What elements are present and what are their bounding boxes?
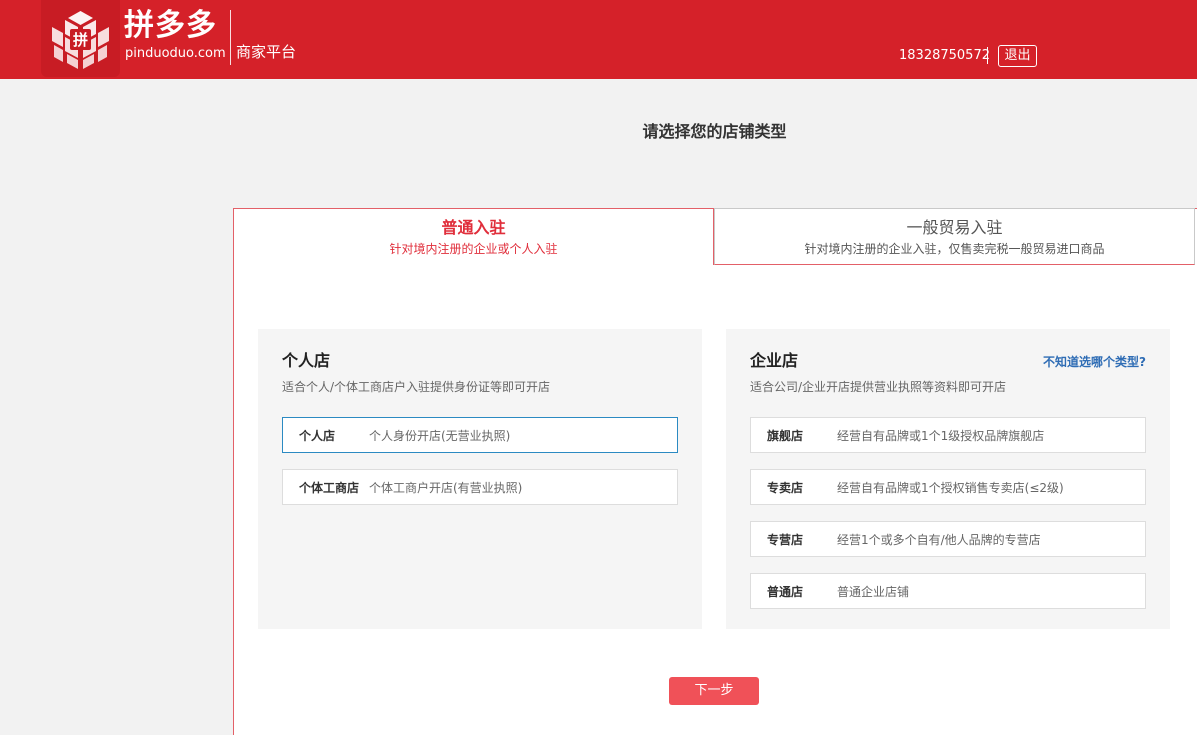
option-name: 专卖店 [767,481,804,495]
tab-title: 普通入驻 [441,218,506,237]
option-description: 个体工商户开店(有营业执照) [369,481,523,495]
page-title: 请选择您的店铺类型 [642,122,787,141]
enterprise-store-card: 企业店 不知道选哪个类型? 适合公司/企业开店提供营业执照等资料即可开店 旗舰店… [726,329,1170,629]
next-step-button[interactable]: 下一步 [669,677,759,705]
option-regular-store[interactable]: 普通店 普通企业店铺 [750,573,1146,609]
header-divider [987,47,988,64]
user-phone: 18328750572 [899,48,990,63]
option-name: 专营店 [767,533,804,547]
option-description: 经营自有品牌或1个1级授权品牌旗舰店 [837,429,1045,443]
personal-store-card: 个人店 适合个人/个体工商店户入驻提供身份证等即可开店 个人店 个人身份开店(无… [258,329,702,629]
brand-divider [230,10,231,65]
svg-text:拼: 拼 [73,31,88,49]
top-header: 拼 拼多多 pinduoduo.com 商家平台 18328750572 退出 [0,0,1197,79]
card-description: 适合个人/个体工商店户入驻提供身份证等即可开店 [282,380,551,394]
option-personal-store[interactable]: 个人店 个人身份开店(无营业执照) [282,417,678,453]
tab-general-trade-entry[interactable]: 一般贸易入驻 针对境内注册的企业入驻，仅售卖完税一般贸易进口商品 [714,208,1195,265]
option-name: 个人店 [299,429,336,443]
tab-title: 一般贸易入驻 [906,218,1003,237]
brand-name-cn: 拼多多 [124,8,217,43]
pinduoduo-logo[interactable]: 拼 [41,0,120,77]
help-link[interactable]: 不知道选哪个类型? [1043,354,1146,370]
option-name: 旗舰店 [767,429,804,443]
logout-button[interactable]: 退出 [998,45,1037,67]
brand-domain: pinduoduo.com [125,46,226,61]
option-specialty-store[interactable]: 专营店 经营1个或多个自有/他人品牌的专营店 [750,521,1146,557]
option-description: 经营1个或多个自有/他人品牌的专营店 [837,533,1041,547]
option-description: 普通企业店铺 [837,585,910,599]
tab-subtitle: 针对境内注册的企业入驻，仅售卖完税一般贸易进口商品 [804,242,1105,256]
card-title: 企业店 [750,351,799,370]
card-description: 适合公司/企业开店提供营业执照等资料即可开店 [750,380,1007,394]
logo-icon: 拼 [52,11,109,69]
card-title: 个人店 [282,351,331,370]
option-description: 个人身份开店(无营业执照) [369,429,511,443]
tab-regular-entry[interactable]: 普通入驻 针对境内注册的企业或个人入驻 [233,208,714,265]
platform-label: 商家平台 [236,43,297,61]
option-description: 经营自有品牌或1个授权销售专卖店(≤2级) [837,481,1064,495]
option-name: 普通店 [767,585,804,599]
option-name: 个体工商店 [299,481,360,495]
option-exclusive-store[interactable]: 专卖店 经营自有品牌或1个授权销售专卖店(≤2级) [750,469,1146,505]
tab-subtitle: 针对境内注册的企业或个人入驻 [389,242,558,256]
option-flagship-store[interactable]: 旗舰店 经营自有品牌或1个1级授权品牌旗舰店 [750,417,1146,453]
option-individual-business[interactable]: 个体工商店 个体工商户开店(有营业执照) [282,469,678,505]
